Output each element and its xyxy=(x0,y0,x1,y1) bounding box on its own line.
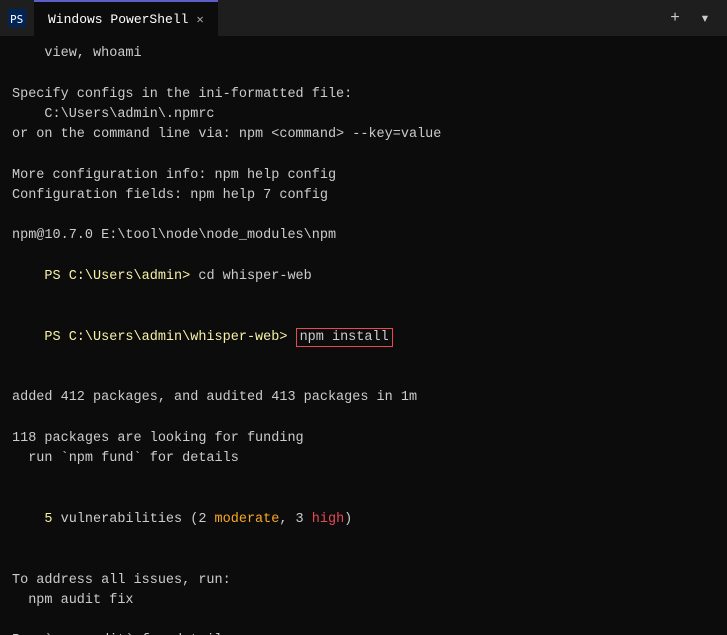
line-added-packages: added 412 packages, and audited 413 pack… xyxy=(12,388,715,408)
line-or: or on the command line via: npm <command… xyxy=(12,125,715,145)
titlebar-actions: + ▾ xyxy=(661,4,719,32)
line-blank-6 xyxy=(12,469,715,489)
titlebar: PS Windows PowerShell ✕ + ▾ xyxy=(0,0,727,36)
tab-label: Windows PowerShell xyxy=(48,12,188,27)
tab-close-icon[interactable]: ✕ xyxy=(196,12,203,27)
line-blank-2 xyxy=(12,145,715,165)
line-npmrc: C:\Users\admin\.npmrc xyxy=(12,105,715,125)
line-npm-install: PS C:\Users\admin\whisper-web> npm insta… xyxy=(12,307,715,368)
line-blank-1 xyxy=(12,64,715,84)
npm-install-cmd: npm install xyxy=(296,328,393,347)
line-npm-version-path: npm@10.7.0 E:\tool\node\node_modules\npm xyxy=(12,226,715,246)
ps-prompt-2: PS C:\Users\admin\whisper-web> xyxy=(44,330,295,345)
line-blank-4 xyxy=(12,368,715,388)
powershell-icon: PS xyxy=(8,9,26,27)
line-blank-5 xyxy=(12,409,715,429)
line-config-fields: Configuration fields: npm help 7 config xyxy=(12,186,715,206)
line-view-whoami: view, whoami xyxy=(12,44,715,64)
vuln-high: high xyxy=(312,512,344,527)
line-funding-1: 118 packages are looking for funding xyxy=(12,429,715,449)
line-blank-8 xyxy=(12,611,715,631)
line-blank-7 xyxy=(12,550,715,570)
cmd-cd: cd whisper-web xyxy=(198,269,311,284)
terminal-tab[interactable]: Windows PowerShell ✕ xyxy=(34,0,218,36)
new-tab-button[interactable]: + xyxy=(661,4,689,32)
line-specify: Specify configs in the ini-formatted fil… xyxy=(12,85,715,105)
terminal-content: view, whoami Specify configs in the ini-… xyxy=(0,36,727,635)
vuln-moderate: moderate xyxy=(215,512,280,527)
line-to-address: To address all issues, run: xyxy=(12,571,715,591)
vuln-count: 5 xyxy=(44,512,52,527)
line-audit-fix: npm audit fix xyxy=(12,591,715,611)
line-run-audit: Run `npm audit` for details. xyxy=(12,631,715,635)
vuln-text-3: ) xyxy=(344,512,352,527)
line-funding-2: run `npm fund` for details xyxy=(12,449,715,469)
line-more-config: More configuration info: npm help config xyxy=(12,166,715,186)
dropdown-button[interactable]: ▾ xyxy=(691,4,719,32)
line-cd-whisper: PS C:\Users\admin> cd whisper-web xyxy=(12,247,715,308)
svg-text:PS: PS xyxy=(10,13,23,26)
vuln-text-2: , 3 xyxy=(279,512,311,527)
ps-prompt-1: PS C:\Users\admin> xyxy=(44,269,198,284)
line-vulnerabilities: 5 vulnerabilities (2 moderate, 3 high) xyxy=(12,490,715,551)
line-blank-3 xyxy=(12,206,715,226)
vuln-text-1: vulnerabilities (2 xyxy=(53,512,215,527)
